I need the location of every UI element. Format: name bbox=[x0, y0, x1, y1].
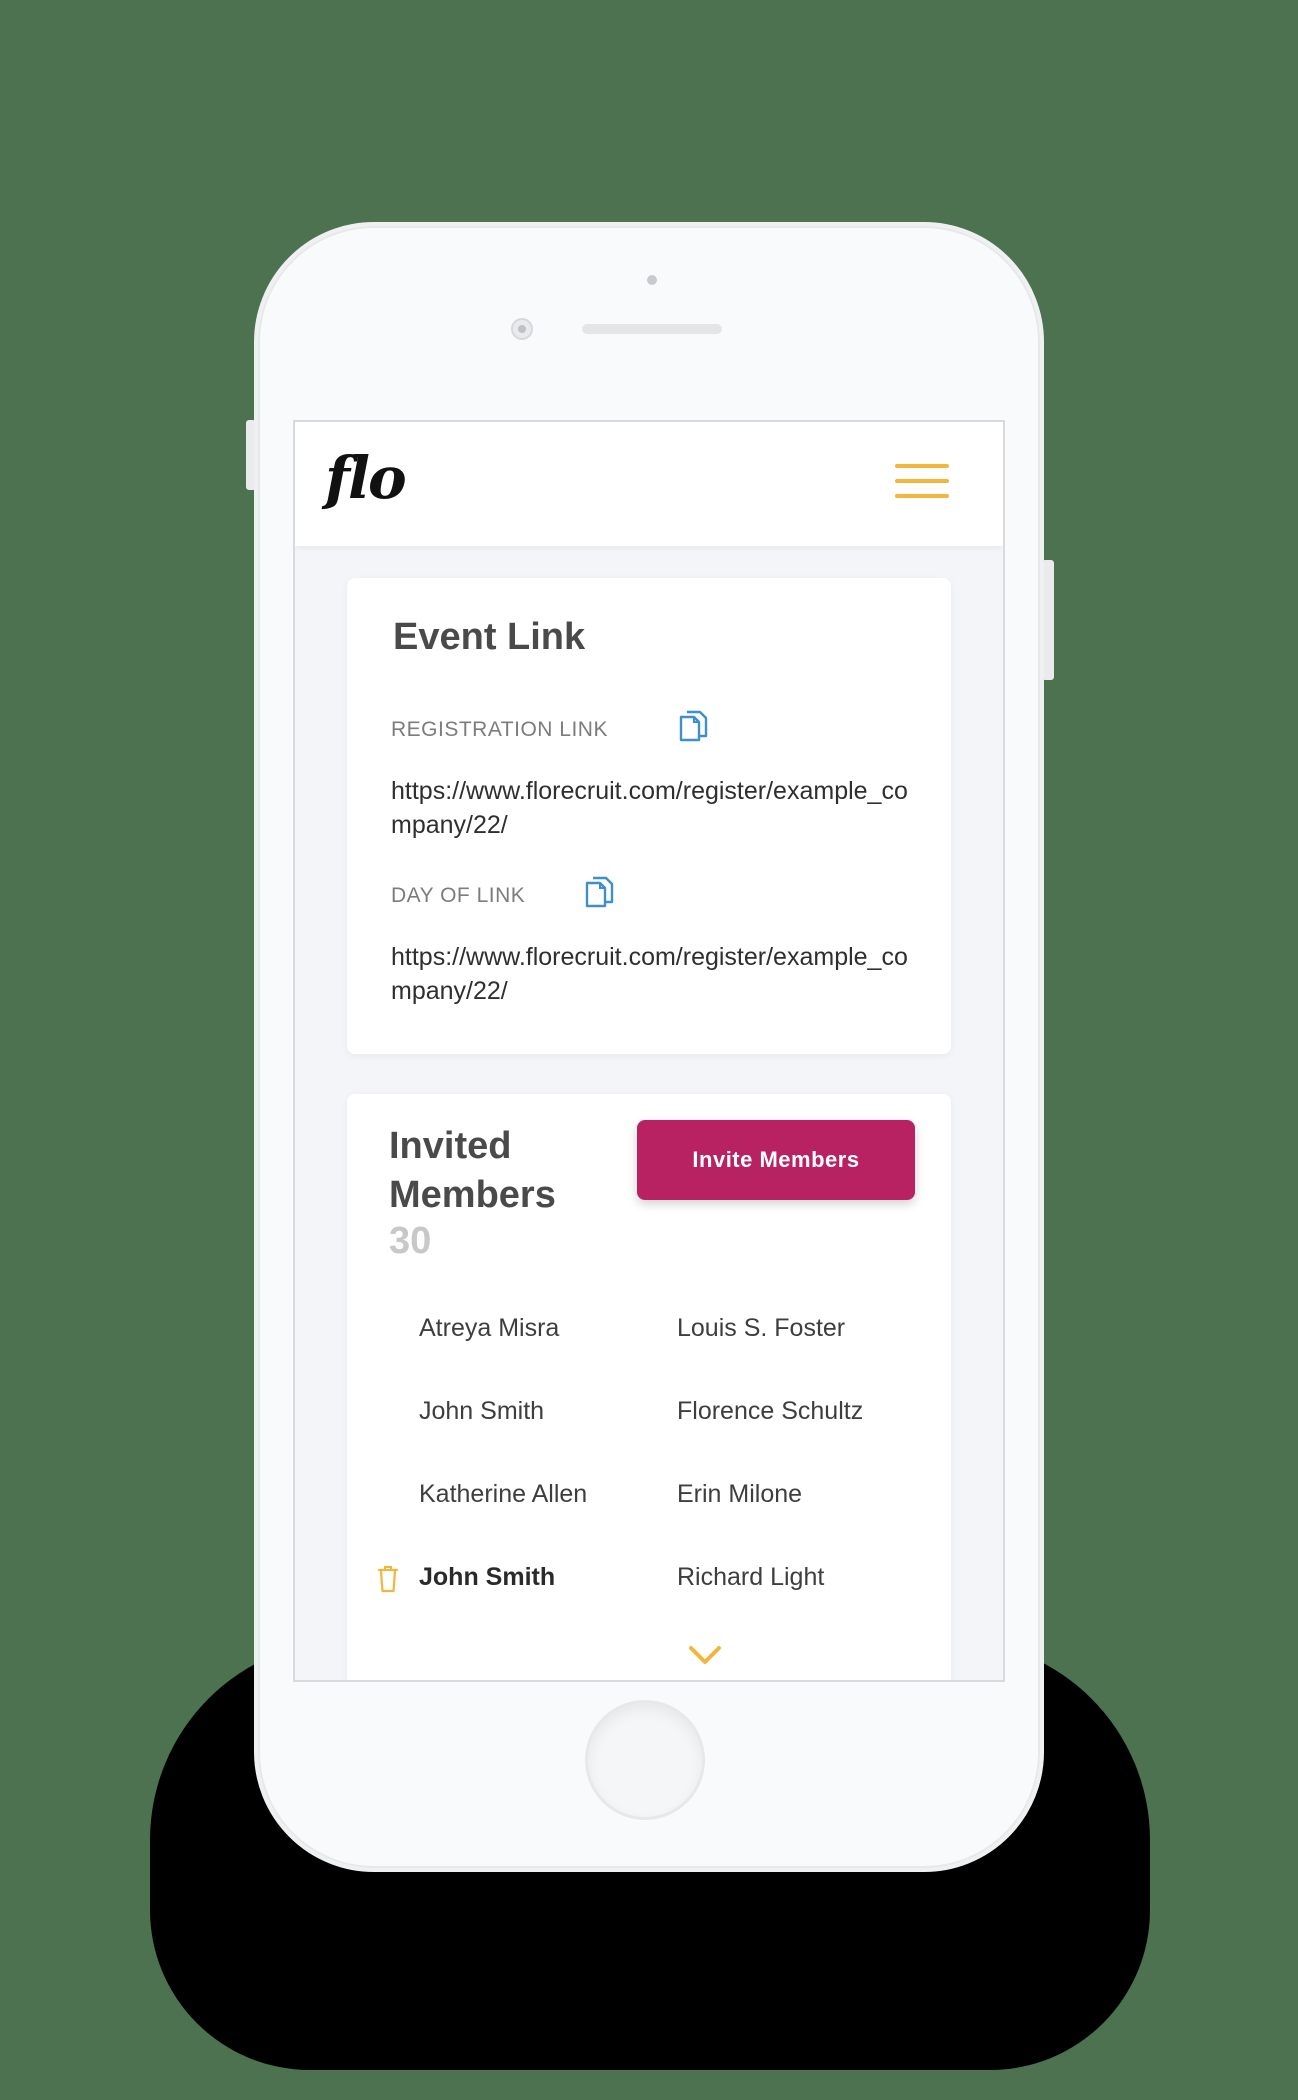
member-name[interactable]: Louis S. Foster bbox=[677, 1314, 845, 1343]
earpiece-speaker bbox=[582, 324, 722, 334]
title-line-1: Invited bbox=[389, 1125, 512, 1167]
app-screen: flo Event Link REGISTRATION LINK https:/… bbox=[293, 420, 1005, 1682]
member-name[interactable]: Katherine Allen bbox=[419, 1480, 587, 1509]
member-name-selected[interactable]: John Smith bbox=[419, 1563, 555, 1592]
day-of-link-url[interactable]: https://www.florecruit.com/register/exam… bbox=[391, 940, 911, 1008]
front-camera bbox=[511, 318, 533, 340]
member-name[interactable]: Atreya Misra bbox=[419, 1314, 559, 1343]
registration-link-url[interactable]: https://www.florecruit.com/register/exam… bbox=[391, 774, 911, 842]
member-name[interactable]: John Smith bbox=[419, 1397, 544, 1426]
day-of-link-label: DAY OF LINK bbox=[391, 884, 526, 907]
member-name[interactable]: Richard Light bbox=[677, 1563, 824, 1592]
copy-icon[interactable] bbox=[675, 708, 711, 744]
app-header: flo bbox=[295, 422, 1003, 546]
hamburger-icon[interactable] bbox=[895, 464, 949, 498]
proximity-sensor bbox=[647, 275, 657, 285]
title-line-2: Members bbox=[389, 1174, 556, 1216]
trash-icon[interactable] bbox=[377, 1565, 399, 1593]
member-name[interactable]: Erin Milone bbox=[677, 1480, 802, 1509]
registration-link-label: REGISTRATION LINK bbox=[391, 718, 608, 741]
copy-icon[interactable] bbox=[581, 874, 617, 910]
flo-logo[interactable]: flo bbox=[325, 444, 407, 512]
invited-members-title: Invited Members bbox=[389, 1122, 556, 1220]
invited-members-card: Invited Members 30 Invite Members Atreya… bbox=[347, 1094, 951, 1680]
member-count: 30 bbox=[389, 1220, 432, 1262]
invite-members-button[interactable]: Invite Members bbox=[637, 1120, 915, 1200]
event-link-card: Event Link REGISTRATION LINK https://www… bbox=[347, 578, 951, 1054]
home-button[interactable] bbox=[585, 1700, 705, 1820]
member-name[interactable]: Florence Schultz bbox=[677, 1397, 863, 1426]
card-title: Event Link bbox=[393, 616, 586, 658]
chevron-down-icon[interactable] bbox=[687, 1644, 723, 1666]
